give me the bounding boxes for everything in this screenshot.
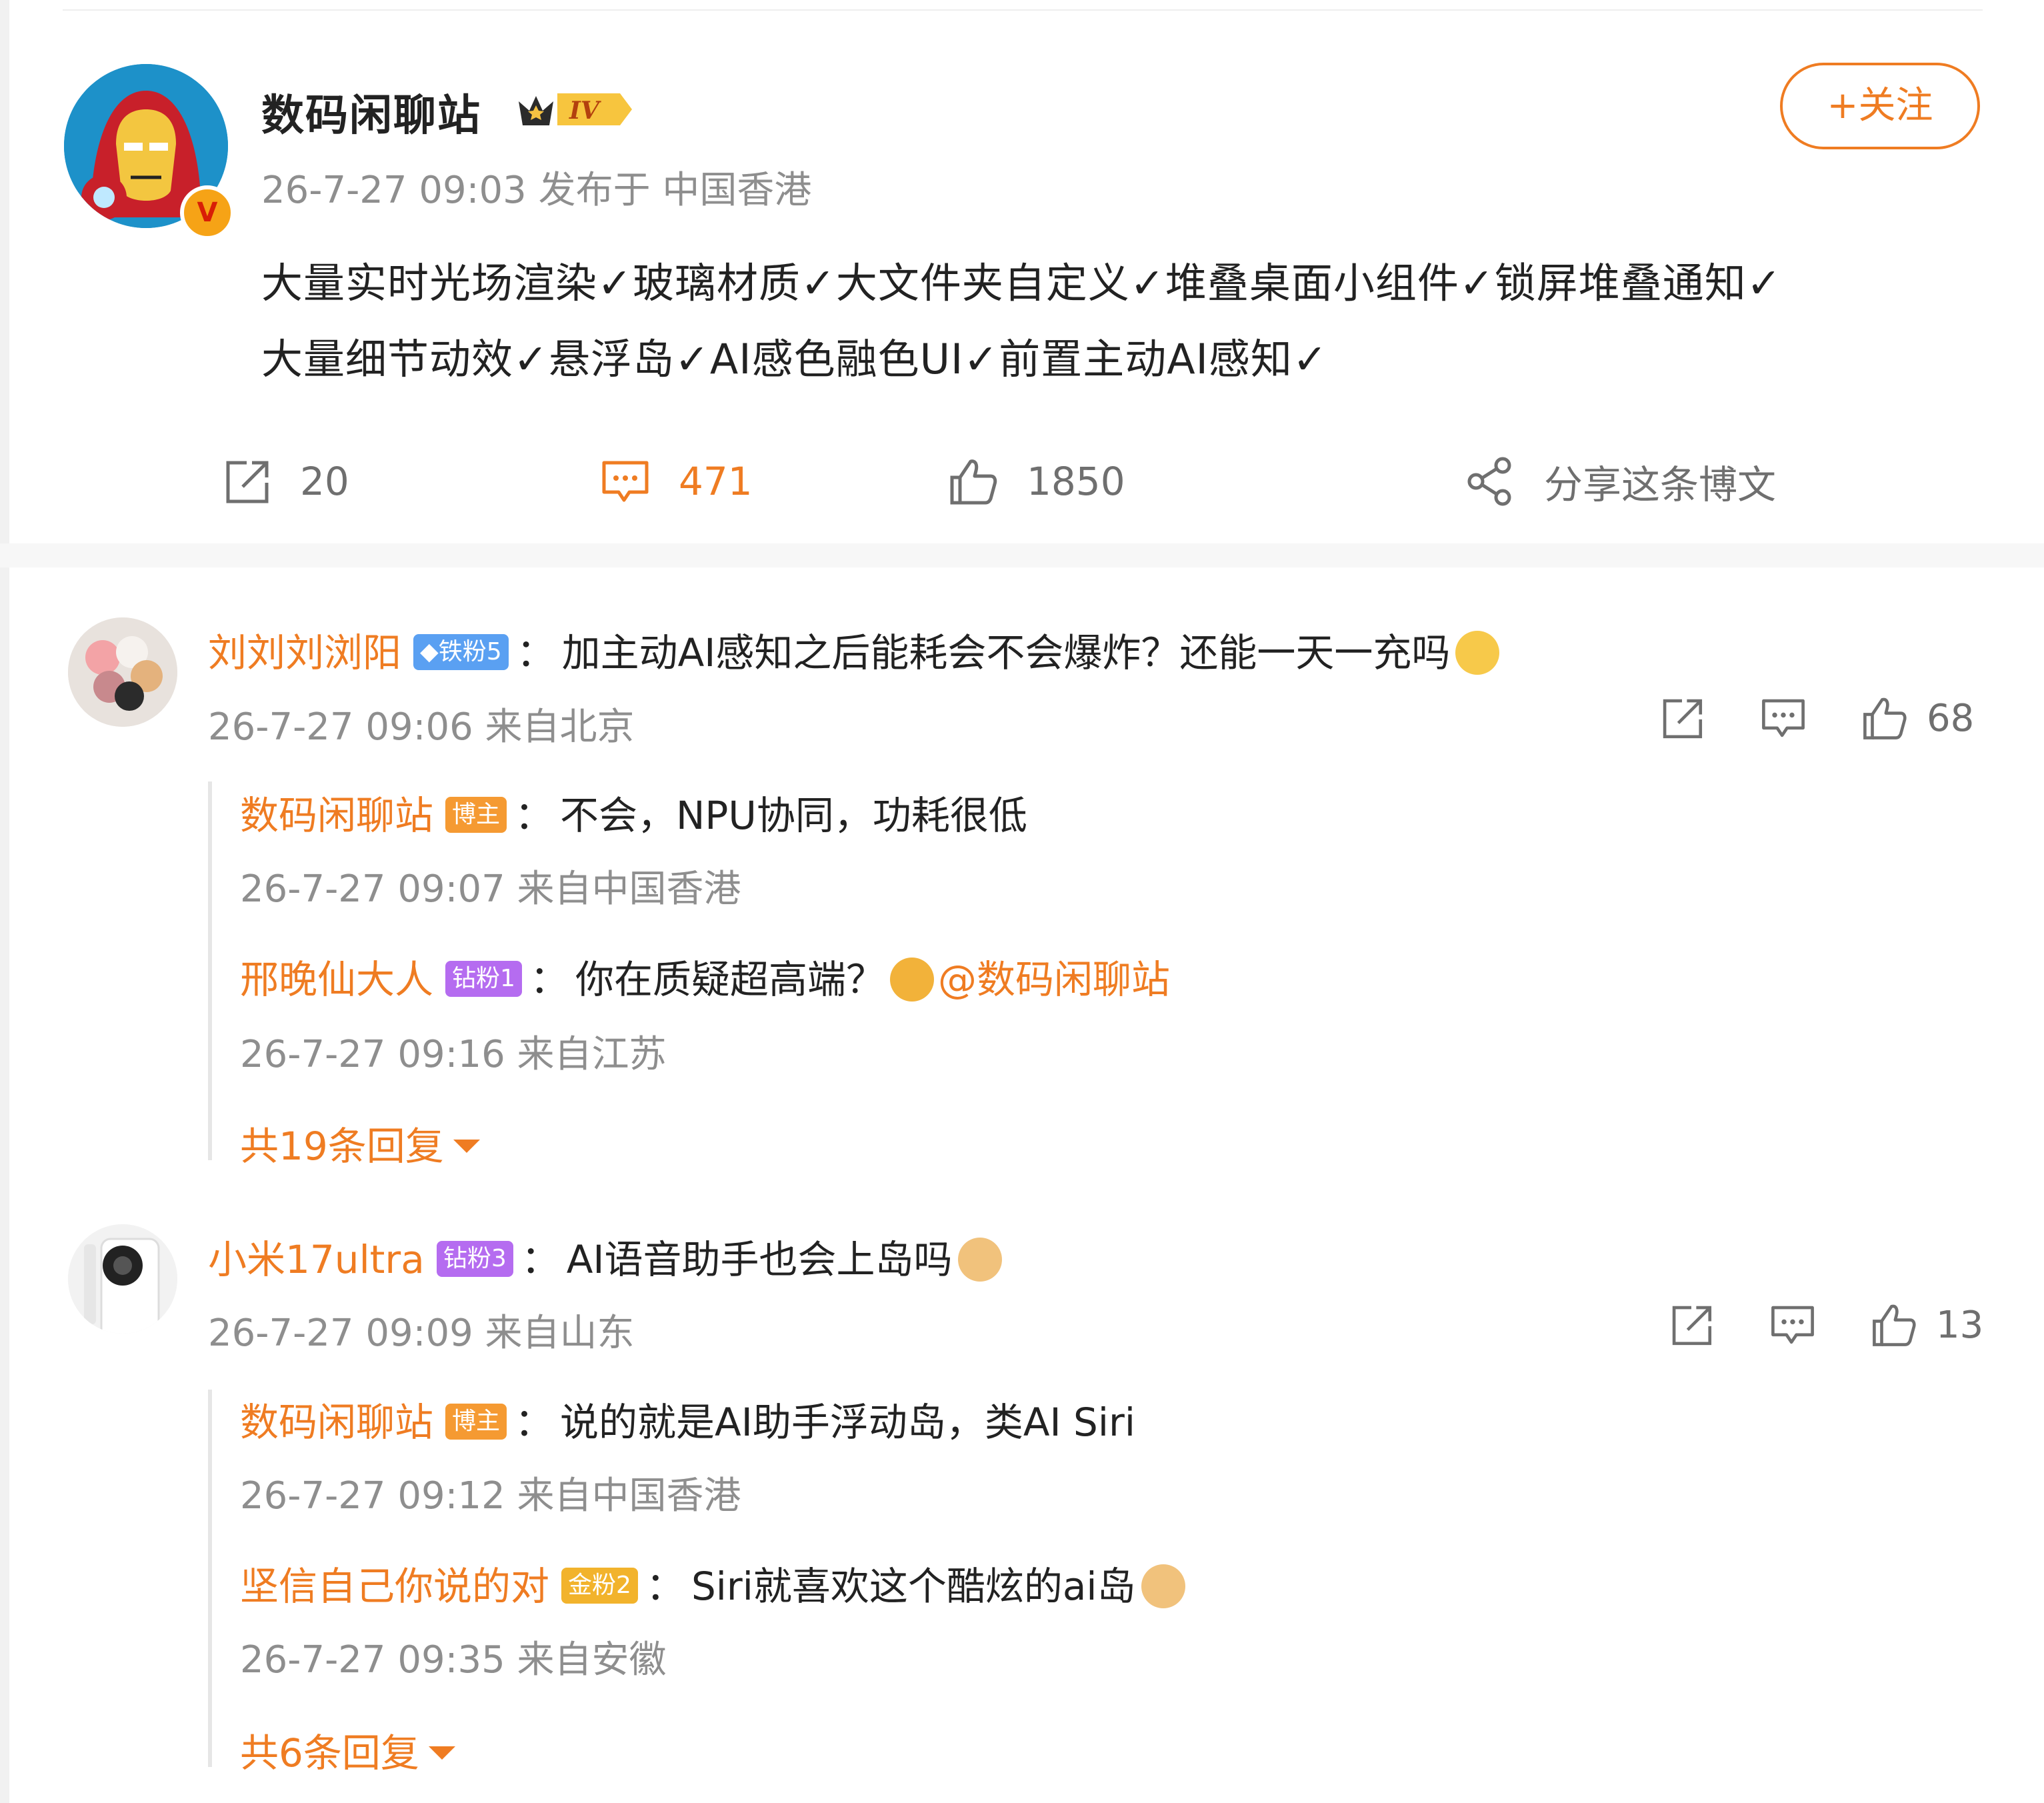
thumbs-up-icon <box>950 459 997 505</box>
more-replies-link[interactable]: 共6条回复 <box>240 1722 455 1778</box>
commenter-name[interactable]: 小米17ultra <box>208 1237 425 1282</box>
doge-emoji-icon <box>1141 1564 1185 1608</box>
like-action[interactable]: 1850 <box>947 448 1125 515</box>
reply-colon: ： <box>515 793 554 838</box>
share-icon <box>1467 457 1511 506</box>
verified-badge: V <box>180 185 235 240</box>
commenter-avatar[interactable] <box>68 617 177 727</box>
crying-emoji-icon <box>1455 630 1500 675</box>
reply-author-name[interactable]: 数码闲聊站 <box>240 793 433 838</box>
vip-level-badge: IV <box>513 87 633 132</box>
comment-reply-icon[interactable] <box>1759 693 1808 743</box>
fan-badge: ◆铁粉5 <box>413 633 509 670</box>
more-replies-label: 共19条回复 <box>240 1124 444 1169</box>
vip-level-text: IV <box>569 97 601 125</box>
reply-line: 邢晚仙大人 钻粉1：你在质疑超高端？ @数码闲聊站 <box>240 948 1170 1007</box>
comment-colon: ： <box>516 630 555 675</box>
post-body: 大量实时光场渲染✓玻璃材质✓大文件夹自定义✓堆叠桌面小组件✓锁屏堆叠通知✓ 大量… <box>261 245 1995 397</box>
reply-line: 数码闲聊站 博主：说的就是AI助手浮动岛，类AI Siri <box>240 1391 1135 1447</box>
comment-like-count: 13 <box>1936 1303 1984 1347</box>
share-label: 分享这条博文 <box>1544 462 1777 507</box>
comment-action[interactable]: 471 <box>599 448 753 515</box>
top-divider <box>63 9 1983 11</box>
fan-badge: 钻粉3 <box>436 1240 513 1277</box>
repost-count: 20 <box>300 459 349 504</box>
caret-down-icon <box>453 1139 480 1153</box>
reply-line: 坚信自己你说的对 金粉2： Siri就喜欢这个酷炫的ai岛 <box>240 1555 1185 1614</box>
more-replies-label: 共6条回复 <box>240 1730 419 1776</box>
author-name[interactable]: 数码闲聊站 <box>261 81 481 143</box>
comment-icon <box>602 461 649 502</box>
reply-line: 数码闲聊站 博主：不会，NPU协同，功耗很低 <box>240 784 1027 840</box>
post-meta: 26-7-27 09:03 发布于 中国香港 <box>261 160 811 214</box>
reply-time: 26-7-27 09:35 来自安徽 <box>240 1638 667 1682</box>
comment-time: 26-7-27 09:06 来自北京 <box>208 705 635 749</box>
reply-thread-bar <box>208 1390 212 1767</box>
share-action[interactable]: 分享这条博文 <box>1464 448 1776 515</box>
like-count: 1850 <box>1027 459 1125 504</box>
host-badge: 博主 <box>445 796 507 833</box>
post-text-line-2: 大量细节动效✓悬浮岛✓AI感色融色UI✓前置主动AI感知✓ <box>261 335 1328 383</box>
comment-text: 加主动AI感知之后能耗会不会爆炸？还能一天一充吗 <box>561 630 1451 675</box>
repost-icon <box>226 461 269 503</box>
comment-reply-icon[interactable] <box>1768 1300 1817 1350</box>
reply-colon: ： <box>645 1564 685 1609</box>
doge-emoji-icon <box>957 1237 1002 1282</box>
comment-repost-icon[interactable] <box>1667 1300 1716 1350</box>
reply-time: 26-7-27 09:07 来自中国香港 <box>240 867 741 911</box>
commenter-avatar[interactable] <box>68 1224 177 1334</box>
comment-line: 刘刘刘浏阳 ◆铁粉5：加主动AI感知之后能耗会不会爆炸？还能一天一充吗 <box>208 621 1500 680</box>
comment-count: 471 <box>679 459 753 504</box>
comment-text: AI语音助手也会上岛吗 <box>566 1237 953 1282</box>
reply-author-name[interactable]: 数码闲聊站 <box>240 1400 433 1445</box>
reply-author-name[interactable]: 坚信自己你说的对 <box>240 1564 549 1609</box>
reply-thread-bar <box>208 781 212 1160</box>
comment-actions: 68 <box>1657 693 1974 743</box>
post-location: 发布于 中国香港 <box>538 169 812 212</box>
reply-time: 26-7-27 09:16 来自江苏 <box>240 1033 667 1076</box>
commenter-name[interactable]: 刘刘刘浏阳 <box>208 630 401 675</box>
weibo-post-page: V 数码闲聊站 IV 26-7-27 09:03 发布于 中国香港 +关注 大量… <box>0 0 2044 1803</box>
host-badge: 博主 <box>445 1403 507 1440</box>
repost-action[interactable]: 20 <box>220 448 349 515</box>
reply-text: 你在质疑超高端？ <box>575 957 885 1002</box>
reply-text: 说的就是AI助手浮动岛，类AI Siri <box>560 1400 1135 1445</box>
comment-colon: ： <box>521 1237 560 1282</box>
reply-colon: ： <box>515 1400 554 1445</box>
fan-badge: 钻粉1 <box>445 960 522 997</box>
mention-link[interactable]: @数码闲聊站 <box>938 957 1170 1002</box>
post-time: 26-7-27 09:03 <box>261 169 527 212</box>
left-edge <box>0 0 9 1803</box>
comment-line: 小米17ultra 钻粉3： AI语音助手也会上岛吗 <box>208 1228 1002 1287</box>
reply-colon: ： <box>529 957 569 1002</box>
comment-like-icon[interactable] <box>1860 693 1909 743</box>
caret-down-icon <box>428 1746 455 1760</box>
laughing-emoji-icon <box>889 957 934 1002</box>
comment-time: 26-7-27 09:09 来自山东 <box>208 1312 635 1355</box>
fan-badge: 金粉2 <box>561 1567 638 1604</box>
more-replies-link[interactable]: 共19条回复 <box>240 1115 480 1171</box>
reply-time: 26-7-27 09:12 来自中国香港 <box>240 1474 741 1518</box>
comment-like-icon[interactable] <box>1869 1300 1919 1350</box>
comment-like-count: 68 <box>1927 696 1975 740</box>
comment-actions: 13 <box>1667 1300 1983 1350</box>
reply-text: 不会，NPU协同，功耗很低 <box>560 793 1027 838</box>
comment-repost-icon[interactable] <box>1657 693 1707 743</box>
reply-text: Siri就喜欢这个酷炫的ai岛 <box>691 1564 1136 1609</box>
post-text-line-1: 大量实时光场渲染✓玻璃材质✓大文件夹自定义✓堆叠桌面小组件✓锁屏堆叠通知✓ <box>261 259 1782 307</box>
reply-author-name[interactable]: 邢晚仙大人 <box>240 957 433 1002</box>
section-divider <box>0 543 2044 567</box>
follow-button[interactable]: +关注 <box>1780 63 1980 149</box>
